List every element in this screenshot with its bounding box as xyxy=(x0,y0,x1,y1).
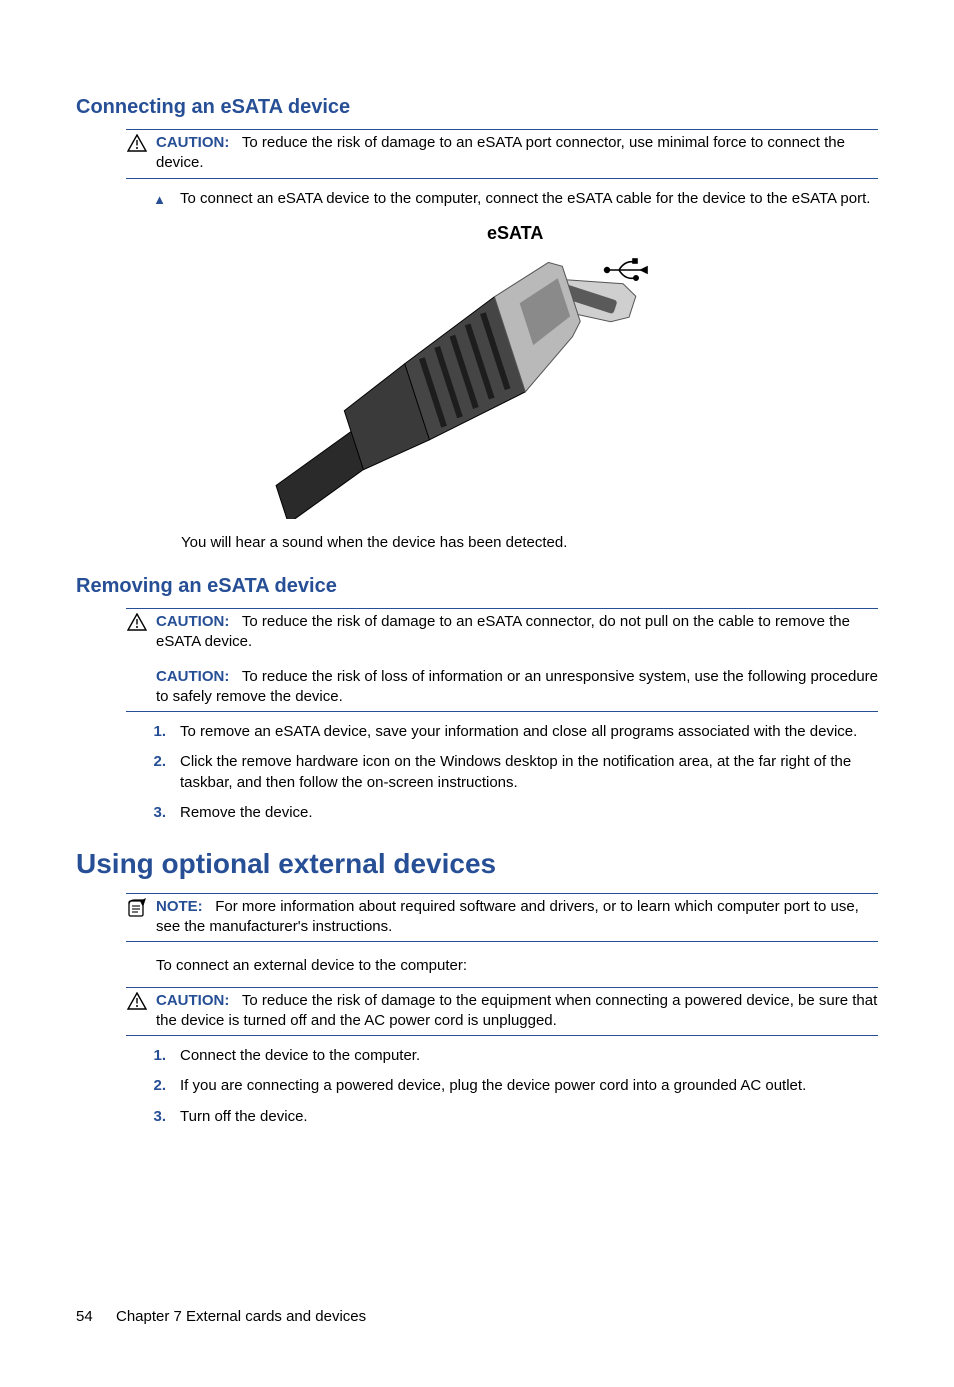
step-text: Click the remove hardware icon on the Wi… xyxy=(180,752,878,793)
step-row: 1. Connect the device to the computer. xyxy=(136,1046,878,1066)
triangle-marker: ▲ xyxy=(136,189,166,209)
caution-icon xyxy=(126,133,148,152)
step-row: 2. Click the remove hardware icon on the… xyxy=(136,752,878,793)
note-label: NOTE: xyxy=(156,898,203,915)
heading-connecting-esata: Connecting an eSATA device xyxy=(76,94,878,121)
heading-optional-external: Using optional external devices xyxy=(76,845,878,883)
note-body: For more information about required soft… xyxy=(156,898,859,935)
page-footer: 54Chapter 7 External cards and devices xyxy=(76,1307,878,1327)
caution-icon xyxy=(126,612,148,631)
note-block: NOTE: For more information about require… xyxy=(126,893,878,943)
step-marker-1: 1. xyxy=(136,1046,166,1066)
step-marker-3: 3. xyxy=(136,803,166,823)
step-row: 2. If you are connecting a powered devic… xyxy=(136,1076,878,1096)
step-marker-2: 2. xyxy=(136,752,166,793)
note-icon xyxy=(126,897,148,918)
caution-block-1: CAUTION: To reduce the risk of damage to… xyxy=(126,129,878,179)
step-row: 3. Turn off the device. xyxy=(136,1107,878,1127)
step-marker-3: 3. xyxy=(136,1107,166,1127)
figure-label-text: eSATA xyxy=(487,223,543,243)
step-row: 3. Remove the device. xyxy=(136,803,878,823)
post-figure-text: You will hear a sound when the device ha… xyxy=(181,533,878,553)
step-text: To remove an eSATA device, save your inf… xyxy=(180,722,878,742)
step-row-triangle: ▲ To connect an eSATA device to the comp… xyxy=(136,189,878,209)
step-row: 1. To remove an eSATA device, save your … xyxy=(136,722,878,742)
step-marker-1: 1. xyxy=(136,722,166,742)
page-number: 54 xyxy=(76,1307,116,1327)
chapter-label: Chapter 7 External cards and devices xyxy=(116,1308,366,1325)
caution-icon xyxy=(126,991,148,1010)
caution-body: To reduce the risk of damage to an eSATA… xyxy=(156,134,845,171)
step-text: If you are connecting a powered device, … xyxy=(180,1076,878,1096)
step-text-connect: To connect an eSATA device to the comput… xyxy=(180,189,878,209)
step-text: Connect the device to the computer. xyxy=(180,1046,878,1066)
step-text: Turn off the device. xyxy=(180,1107,878,1127)
intro-text: To connect an external device to the com… xyxy=(156,956,878,976)
caution-label: CAUTION: xyxy=(156,668,229,685)
step-text: Remove the device. xyxy=(180,803,878,823)
caution-body: To reduce the risk of damage to the equi… xyxy=(156,992,877,1029)
caution-label: CAUTION: xyxy=(156,134,229,151)
caution-label: CAUTION: xyxy=(156,613,229,630)
caution-text-1: CAUTION: To reduce the risk of damage to… xyxy=(156,133,878,174)
caution-body: To reduce the risk of damage to an eSATA… xyxy=(156,613,850,650)
heading-removing-esata: Removing an eSATA device xyxy=(76,573,878,600)
caution-second: CAUTION: To reduce the risk of loss of i… xyxy=(156,667,878,708)
caution-block-3: CAUTION: To reduce the risk of damage to… xyxy=(126,987,878,1037)
step-marker-2: 2. xyxy=(136,1076,166,1096)
caution-label: CAUTION: xyxy=(156,992,229,1009)
caution-body: To reduce the risk of loss of informatio… xyxy=(156,668,878,705)
caution-block-2: CAUTION: To reduce the risk of damage to… xyxy=(126,608,878,712)
figure-esata: eSATA xyxy=(76,219,878,519)
